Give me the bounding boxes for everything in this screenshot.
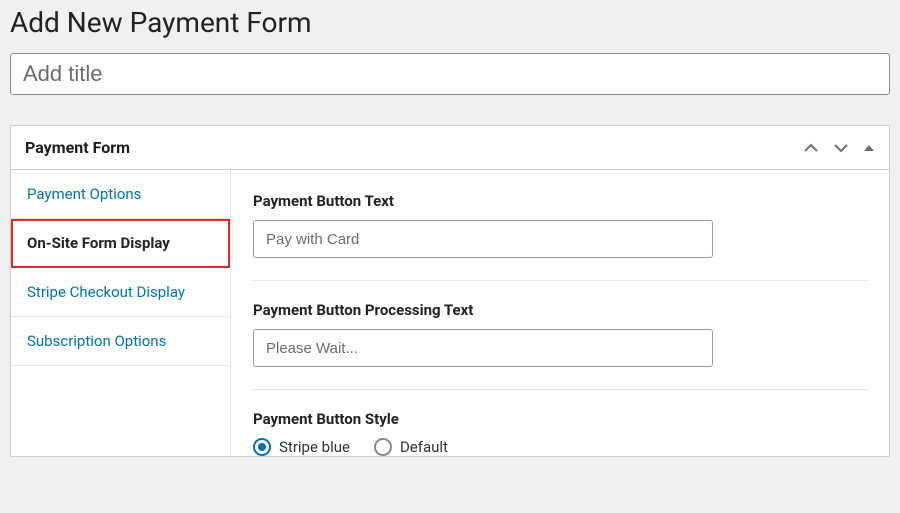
separator bbox=[253, 280, 867, 281]
settings-tabs: Payment Options On-Site Form Display Str… bbox=[11, 170, 231, 456]
radio-label: Stripe blue bbox=[279, 438, 350, 456]
tab-subscription-options[interactable]: Subscription Options bbox=[11, 317, 230, 366]
radio-unselected-icon bbox=[374, 438, 392, 456]
collapse-icon[interactable] bbox=[863, 142, 875, 154]
payment-form-metabox: Payment Form Payment Options On-Site For… bbox=[10, 125, 890, 457]
radio-stripe-blue[interactable]: Stripe blue bbox=[253, 438, 350, 456]
settings-content: Payment Button Text Payment Button Proce… bbox=[231, 170, 889, 456]
payment-button-text-input[interactable] bbox=[253, 220, 713, 258]
tab-stripe-checkout-display[interactable]: Stripe Checkout Display bbox=[11, 268, 230, 317]
post-title-input[interactable] bbox=[10, 53, 890, 95]
separator bbox=[253, 389, 867, 390]
radio-label: Default bbox=[400, 438, 448, 456]
payment-button-style-label: Payment Button Style bbox=[253, 410, 867, 428]
radio-selected-icon bbox=[253, 438, 271, 456]
payment-button-processing-text-label: Payment Button Processing Text bbox=[253, 301, 867, 319]
metabox-title: Payment Form bbox=[25, 138, 130, 157]
move-down-icon[interactable] bbox=[833, 142, 849, 154]
move-up-icon[interactable] bbox=[803, 142, 819, 154]
radio-default[interactable]: Default bbox=[374, 438, 448, 456]
tab-payment-options[interactable]: Payment Options bbox=[11, 170, 230, 219]
metabox-header: Payment Form bbox=[11, 126, 889, 170]
payment-button-processing-text-input[interactable] bbox=[253, 329, 713, 367]
payment-button-text-label: Payment Button Text bbox=[253, 192, 867, 210]
tab-on-site-form-display[interactable]: On-Site Form Display bbox=[11, 219, 230, 268]
page-title: Add New Payment Form bbox=[10, 6, 890, 39]
